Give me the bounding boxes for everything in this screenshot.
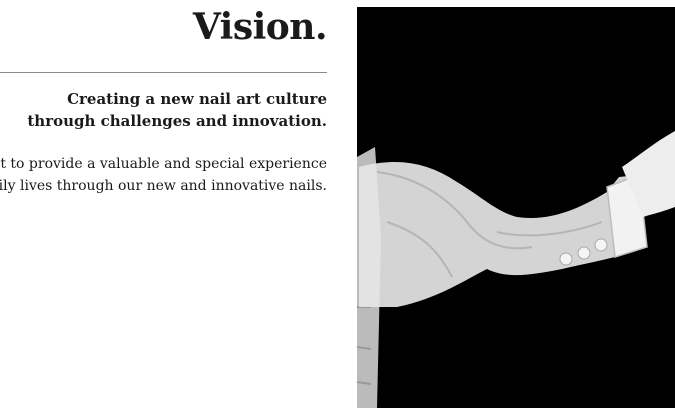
- vision-title: Vision.: [192, 6, 328, 48]
- subhead-line-1: Creating a new nail art culture: [67, 90, 327, 108]
- divider: [0, 72, 327, 73]
- body-line-1: want to provide a valuable and special e…: [0, 156, 327, 172]
- body-line-2: ' daily lives through our new and innova…: [0, 178, 327, 194]
- sleeve-arm-illustration: [357, 7, 675, 408]
- sleeve-arm-photo: [357, 7, 675, 408]
- vision-body: want to provide a valuable and special e…: [0, 153, 327, 197]
- vision-section: Vision. Creating a new nail art culture …: [0, 0, 328, 408]
- subhead-line-2: through challenges and innovation.: [27, 112, 327, 130]
- vision-subhead: Creating a new nail art culture through …: [27, 88, 327, 132]
